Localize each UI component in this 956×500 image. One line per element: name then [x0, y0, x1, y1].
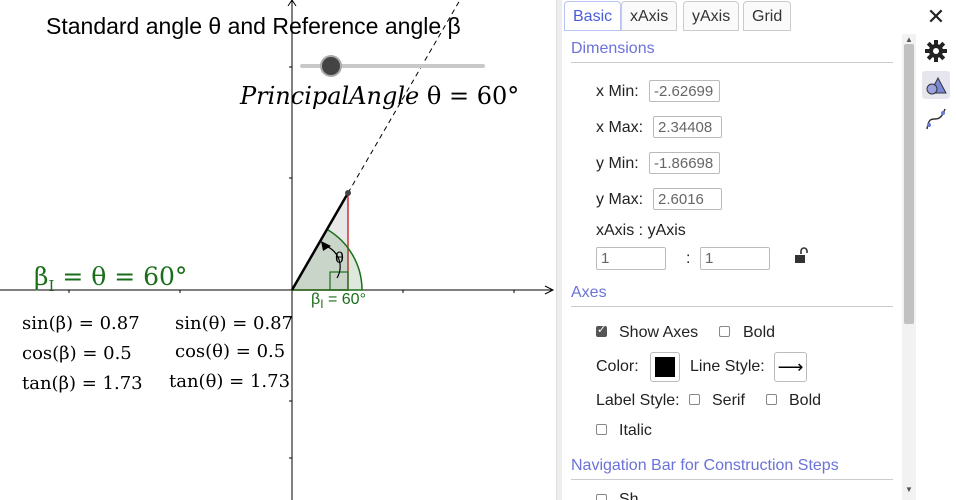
ymin-label: y Min:: [596, 155, 639, 172]
properties-panel: Basic xAxis yAxis Grid Dimensions x Min:…: [562, 0, 916, 500]
scrollbar-thumb[interactable]: [904, 44, 914, 324]
graphics2-view-icon[interactable]: [922, 105, 950, 133]
terminal-point: [345, 190, 351, 196]
scroll-up-arrow[interactable]: ▲: [905, 35, 913, 44]
graphics-view-icon[interactable]: [922, 71, 950, 99]
ymin-field[interactable]: -1.86698: [649, 152, 720, 174]
beta-equation: βI = θ = 60°: [34, 262, 187, 295]
label-bold-checkbox[interactable]: [766, 394, 777, 405]
graphics-view[interactable]: Standard angle θ and Reference angle β P…: [0, 0, 556, 500]
panel-scrollbar[interactable]: ▲ ▼: [902, 34, 916, 500]
angle-word: Angle: [349, 82, 420, 110]
xmin-label: x Min:: [596, 83, 639, 100]
angle-slider-handle[interactable]: [322, 57, 340, 75]
bold-checkbox[interactable]: [719, 326, 730, 337]
bold-label: Bold: [743, 324, 776, 341]
cos-beta: cos(β) = 0.5: [22, 343, 132, 364]
close-icon[interactable]: ✕: [922, 3, 950, 31]
line-style-label: Line Style:: [690, 358, 765, 375]
tab-yaxis[interactable]: yAxis: [683, 1, 740, 31]
axis-color-button[interactable]: [650, 352, 680, 382]
tab-grid[interactable]: Grid: [743, 1, 792, 31]
xmax-label: x Max:: [596, 119, 644, 136]
tan-theta: tan(θ) = 1.73: [169, 371, 291, 392]
ymax-label: y Max:: [596, 191, 644, 208]
color-label: Color:: [596, 358, 639, 375]
show-axes-label: Show Axes: [619, 324, 699, 341]
theta-marker-label: θ: [335, 250, 344, 267]
show-nav-checkbox[interactable]: [596, 494, 607, 500]
sin-beta: sin(β) = 0.87: [22, 313, 140, 334]
beta-angle-label: βI = 60°: [311, 291, 366, 311]
ratio-separator: :: [686, 250, 691, 267]
beta-label-symbol: β: [311, 291, 321, 308]
beta-label-value: = 60°: [323, 291, 366, 308]
axis-color-swatch: [655, 357, 675, 377]
graphics-canvas[interactable]: [0, 0, 556, 500]
ratio-x-field[interactable]: 1: [596, 247, 666, 270]
cos-theta: cos(θ) = 0.5: [175, 341, 286, 362]
principal-word: Principal: [240, 82, 350, 110]
line-style-button[interactable]: ⟶: [774, 352, 807, 382]
scroll-down-arrow[interactable]: ▼: [905, 485, 913, 494]
xmax-field[interactable]: 2.34408: [653, 116, 722, 138]
navigation-bar-heading: Navigation Bar for Construction Steps: [571, 457, 893, 480]
beta-equation-rest: = θ = 60°: [54, 262, 188, 291]
ratio-y-field[interactable]: 1: [700, 247, 770, 270]
italic-label: Italic: [619, 422, 652, 439]
dimensions-heading: Dimensions: [571, 40, 893, 63]
label-style-label: Label Style:: [596, 392, 680, 409]
properties-tabs: Basic xAxis yAxis Grid: [562, 0, 916, 32]
label-bold-label: Bold: [789, 392, 822, 409]
show-nav-label: Sh: [619, 491, 639, 500]
ymax-field[interactable]: 2.6016: [653, 188, 722, 210]
page-title: Standard angle θ and Reference angle β: [46, 13, 461, 39]
xmin-field[interactable]: -2.62699: [649, 80, 720, 102]
axis-ratio-label: xAxis : yAxis: [596, 222, 686, 239]
sin-theta: sin(θ) = 0.87: [175, 313, 294, 334]
beta-symbol: β: [34, 262, 49, 291]
tab-xaxis[interactable]: xAxis: [621, 1, 678, 31]
properties-rail: ✕: [916, 0, 956, 500]
unlock-icon[interactable]: [793, 247, 809, 265]
serif-label: Serif: [712, 392, 745, 409]
beta-angle-arc: [290, 228, 363, 291]
axes-heading: Axes: [571, 284, 893, 307]
principal-equation: θ = 60°: [426, 82, 520, 110]
show-axes-checkbox[interactable]: [596, 323, 607, 337]
serif-checkbox[interactable]: [689, 394, 700, 405]
italic-checkbox[interactable]: [596, 424, 607, 435]
tab-basic[interactable]: Basic: [564, 1, 622, 31]
tan-beta: tan(β) = 1.73: [22, 373, 143, 394]
gear-icon[interactable]: [922, 37, 950, 65]
principal-angle-text: PrincipalAngle θ = 60°: [240, 82, 519, 110]
